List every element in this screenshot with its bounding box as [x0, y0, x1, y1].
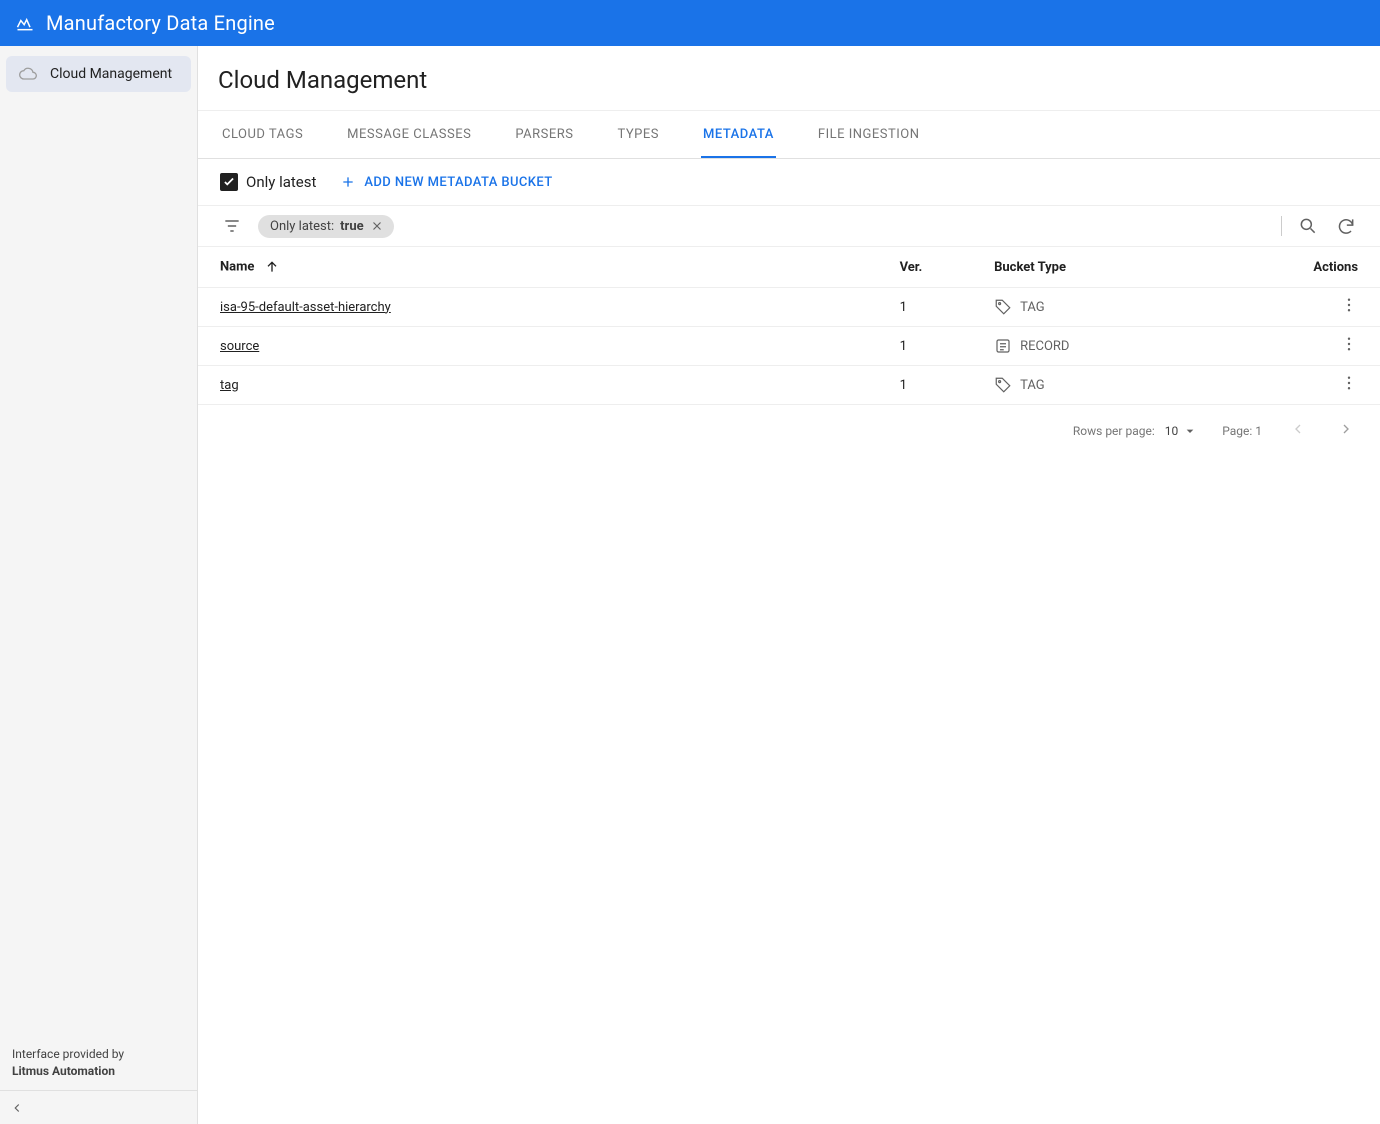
column-header-ver[interactable]: Ver. [884, 247, 979, 288]
chevron-left-icon [10, 1101, 24, 1115]
tab-file-ingestion[interactable]: FILE INGESTION [816, 111, 922, 158]
row-ver: 1 [884, 366, 979, 405]
close-icon [370, 219, 384, 233]
rows-per-page-label: Rows per page: [1073, 424, 1155, 438]
metadata-table: Name Ver. Bucket Type Actions isa-95-def… [198, 247, 1380, 405]
row-bucket-type: TAG [994, 298, 1269, 316]
sidebar-item-label: Cloud Management [50, 66, 172, 82]
only-latest-checkbox[interactable]: Only latest [220, 173, 316, 191]
row-name-link[interactable]: source [220, 339, 259, 354]
col-name-label: Name [220, 259, 254, 274]
chevron-left-icon [1290, 421, 1306, 437]
rows-per-page-select[interactable]: 10 [1165, 423, 1199, 439]
row-ver: 1 [884, 327, 979, 366]
sidebar: Cloud Management Interface provided by L… [0, 46, 198, 1124]
row-actions-menu[interactable] [1340, 335, 1358, 353]
page-title: Cloud Management [218, 66, 1360, 94]
row-name-link[interactable]: tag [220, 378, 239, 393]
row-bucket-type: TAG [994, 376, 1269, 394]
tabs: CLOUD TAGS MESSAGE CLASSES PARSERS TYPES… [198, 111, 1380, 159]
footer-line2: Litmus Automation [12, 1063, 185, 1080]
footer-line1: Interface provided by [12, 1046, 185, 1063]
search-button[interactable] [1296, 214, 1320, 238]
row-bucket-type: RECORD [994, 337, 1269, 355]
chip-remove-button[interactable] [370, 219, 384, 233]
cloud-icon [18, 64, 38, 84]
tag-icon [994, 376, 1012, 394]
refresh-icon [1336, 216, 1356, 236]
top-app-bar: Manufactory Data Engine [0, 0, 1380, 46]
row-ver: 1 [884, 288, 979, 327]
row-type-label: RECORD [1020, 339, 1069, 354]
tab-message-classes[interactable]: MESSAGE CLASSES [345, 111, 473, 158]
sidebar-nav: Cloud Management [0, 46, 197, 1036]
row-type-label: TAG [1020, 378, 1045, 393]
search-icon [1298, 216, 1318, 236]
table-row: isa-95-default-asset-hierarchy 1 TAG [198, 288, 1380, 327]
toolbar: Only latest ADD NEW METADATA BUCKET [198, 159, 1380, 206]
refresh-button[interactable] [1334, 214, 1358, 238]
chevron-right-icon [1338, 421, 1354, 437]
main-content: Cloud Management CLOUD TAGS MESSAGE CLAS… [198, 46, 1380, 1124]
tab-metadata[interactable]: METADATA [701, 111, 776, 158]
app-title: Manufactory Data Engine [46, 11, 275, 35]
pagination: Rows per page: 10 Page: 1 [198, 405, 1380, 456]
column-header-actions: Actions [1285, 247, 1380, 288]
tab-cloud-tags[interactable]: CLOUD TAGS [220, 111, 305, 158]
tab-parsers[interactable]: PARSERS [513, 111, 575, 158]
row-type-label: TAG [1020, 300, 1045, 315]
rows-per-page-value: 10 [1165, 424, 1179, 438]
record-icon [994, 337, 1012, 355]
page-header: Cloud Management [198, 46, 1380, 111]
brand-icon [14, 12, 36, 34]
tab-types[interactable]: TYPES [616, 111, 661, 158]
table-row: tag 1 TAG [198, 366, 1380, 405]
row-actions-menu[interactable] [1340, 374, 1358, 392]
checkbox-icon [220, 173, 238, 191]
chip-value: true [340, 219, 363, 234]
divider [1281, 216, 1282, 236]
only-latest-label: Only latest [246, 173, 316, 191]
column-header-type[interactable]: Bucket Type [978, 247, 1285, 288]
add-button-label: ADD NEW METADATA BUCKET [364, 175, 552, 190]
chip-prefix: Only latest: [270, 219, 334, 234]
prev-page-button[interactable] [1286, 417, 1310, 444]
more-vert-icon [1340, 374, 1358, 392]
next-page-button[interactable] [1334, 417, 1358, 444]
table-row: source 1 RECORD [198, 327, 1380, 366]
dropdown-icon [1182, 423, 1198, 439]
column-header-name[interactable]: Name [198, 247, 884, 288]
tag-icon [994, 298, 1012, 316]
sort-asc-icon [264, 259, 280, 275]
filter-chip-only-latest[interactable]: Only latest: true [258, 215, 394, 238]
sidebar-footer: Interface provided by Litmus Automation [0, 1036, 197, 1090]
row-name-link[interactable]: isa-95-default-asset-hierarchy [220, 300, 391, 315]
more-vert-icon [1340, 335, 1358, 353]
more-vert-icon [1340, 296, 1358, 314]
sidebar-collapse-button[interactable] [0, 1090, 197, 1124]
plus-icon [340, 174, 356, 190]
row-actions-menu[interactable] [1340, 296, 1358, 314]
filter-button[interactable] [220, 214, 244, 238]
page-label: Page: 1 [1222, 424, 1262, 438]
filter-bar: Only latest: true [198, 206, 1380, 247]
add-metadata-bucket-button[interactable]: ADD NEW METADATA BUCKET [340, 174, 552, 190]
filter-icon [222, 216, 242, 236]
sidebar-item-cloud-management[interactable]: Cloud Management [6, 56, 191, 92]
